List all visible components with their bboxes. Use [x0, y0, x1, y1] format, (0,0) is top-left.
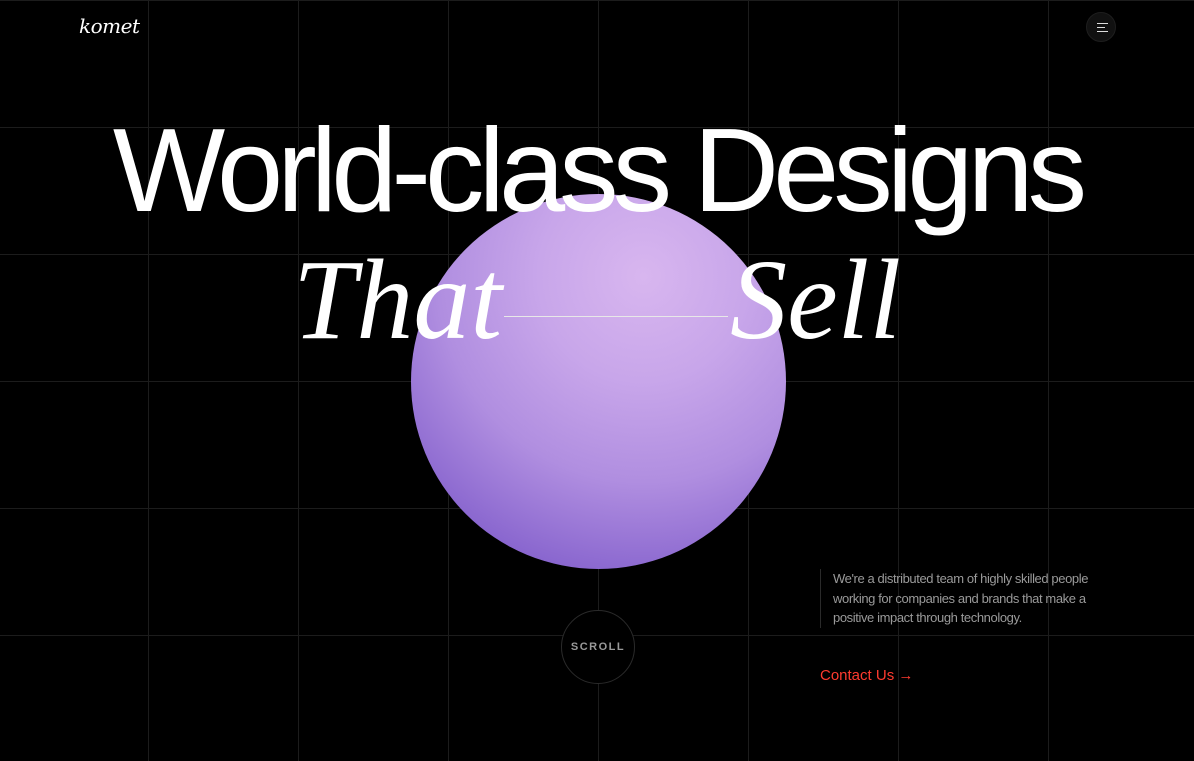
- menu-button[interactable]: [1086, 12, 1116, 42]
- subheadline-word-left: That: [292, 236, 503, 363]
- subheadline-underline: [504, 315, 729, 318]
- logo[interactable]: komet: [79, 14, 140, 38]
- grid-line: [0, 0, 1194, 1]
- scroll-label: SCROLL: [570, 641, 626, 653]
- scroll-button[interactable]: SCROLL: [561, 610, 635, 684]
- hero-subheadline: That Sell: [0, 240, 1194, 360]
- intro-description: We're a distributed team of highly skill…: [820, 569, 1105, 628]
- contact-us-link[interactable]: Contact Us →: [820, 667, 913, 684]
- subheadline-word-right: Sell: [730, 236, 902, 363]
- hero-headline: World-class Designs: [112, 104, 1087, 237]
